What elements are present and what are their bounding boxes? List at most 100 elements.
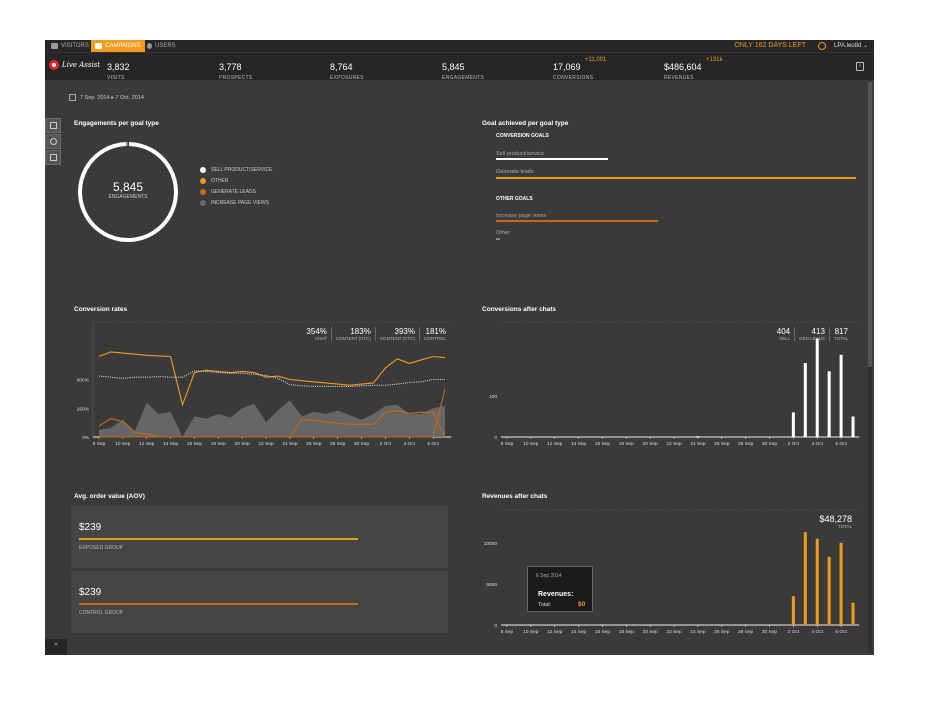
tab-visitors[interactable]: VISITORS	[47, 40, 93, 52]
x-tick-label: 8 Sep	[93, 441, 106, 447]
series-line	[98, 370, 446, 387]
aov-title: Avg. order value (AOV)	[74, 493, 145, 500]
x-tick-label: 10 Sep	[115, 441, 131, 447]
tab-users-label: USERS	[155, 43, 176, 49]
tooltip-label: Total:	[538, 602, 552, 608]
x-tick-label: 28 Sep	[738, 441, 754, 447]
legend-item[interactable]: INCREASE PAGE VIEWS	[200, 197, 272, 208]
legend-item[interactable]: GENERATE LEADS	[200, 186, 272, 197]
x-tick-label: 22 Sep	[258, 441, 274, 447]
side-toolbar	[45, 118, 61, 166]
aov-exposed-value: $239	[79, 522, 102, 533]
y-tick-label: 250%	[77, 406, 90, 412]
stat-label: CONVERSIONS	[553, 75, 594, 81]
x-tick-label: 18 Sep	[619, 441, 635, 447]
x-tick-label: 6 Oct	[835, 441, 847, 447]
x-tick-label: 14 Sep	[571, 441, 587, 447]
stat-value: 8,764	[330, 62, 353, 72]
app-window: VISITORS CAMPAIGNS USERS ONLY 162 DAYS L…	[45, 40, 874, 655]
x-tick-label: 2 Oct	[788, 629, 800, 635]
bar	[851, 416, 855, 437]
stat-value: 3,832	[107, 62, 130, 72]
aov-exposed-bar	[79, 538, 358, 540]
tooltip-date: 6 Sep 2014	[536, 573, 562, 579]
info-icon[interactable]: i	[856, 62, 864, 71]
goal-label-other: Other	[496, 230, 510, 236]
x-tick-label: 30 Sep	[762, 629, 778, 635]
x-tick-label: 4 Oct	[811, 629, 823, 635]
x-tick-label: 4 Oct	[811, 441, 823, 447]
x-tick-label: 24 Sep	[690, 441, 706, 447]
collapse-up-icon[interactable]: ⌃	[45, 639, 67, 655]
aov-control-label: CONTROL GROUP	[79, 610, 123, 616]
bar	[827, 371, 831, 437]
conversion-rates-title: Conversion rates	[74, 306, 128, 313]
stat-delta: +131k	[706, 57, 723, 63]
stats-bar: Live Assist 3,832 VISITS 3,778 PROSPECTS…	[45, 52, 874, 81]
y-tick-label: 100	[489, 394, 497, 400]
x-tick-label: 12 Sep	[139, 441, 155, 447]
y-tick-label: 0	[494, 435, 497, 441]
conversion-rates-chart: 8 Sep 10 Sep 12 Sep 14 Sep 16 Sep 18 Sep 20 Se…	[77, 321, 451, 447]
tab-users[interactable]: USERS	[143, 40, 180, 52]
bar	[815, 338, 819, 437]
tag-icon	[95, 43, 102, 49]
conversions-after-chats-chart: 8 Sep 10 Sep 12 Sep 14 Sep 16 Sep 18 Sep 20 Se…	[489, 321, 859, 447]
stat-delta: +11,001	[584, 57, 607, 63]
stat-engagements: 5,845 ENGAGEMENTS	[442, 57, 484, 81]
chat-icon	[51, 43, 58, 49]
side-calendar-button[interactable]	[45, 118, 61, 133]
legend-label: OTHER	[211, 177, 229, 184]
x-tick-label: 16 Sep	[187, 441, 203, 447]
series-line	[98, 351, 446, 407]
x-tick-label: 6 Oct	[835, 629, 847, 635]
x-tick-label: 6 Oct	[427, 441, 439, 447]
bar	[839, 542, 843, 625]
legend-item[interactable]: OTHER	[200, 175, 272, 186]
scrollbar[interactable]	[868, 82, 872, 652]
bar	[791, 412, 795, 437]
stat-label: EXPOSURES	[330, 75, 364, 81]
x-tick-label: 16 Sep	[595, 441, 611, 447]
x-tick-label: 28 Sep	[330, 441, 346, 447]
trial-days-left[interactable]: ONLY 162 DAYS LEFT	[734, 42, 806, 49]
side-report-button[interactable]	[45, 150, 61, 165]
goal-label-page-views: Increase page views	[496, 213, 547, 219]
scroll-thumb[interactable]	[868, 82, 872, 367]
revenues-after-chats-title: Revenues after chats	[482, 493, 548, 500]
chevron-down-icon: ⌄	[862, 43, 868, 49]
legend-label: SELL PRODUCT/SERVICE	[211, 166, 273, 173]
goal-label-leads: Generate leads	[496, 169, 534, 175]
x-tick-label: 30 Sep	[762, 441, 778, 447]
calendar-icon	[49, 122, 57, 129]
tooltip-title: Revenues:	[538, 591, 574, 598]
legend-label: GENERATE LEADS	[211, 188, 256, 195]
stat-label: PROSPECTS	[219, 75, 253, 81]
date-range-picker[interactable]: 7 Sep. 2014 ▸ 7 Oct. 2014	[69, 94, 144, 101]
engagements-legend: SELL PRODUCT/SERVICE OTHER GENERATE LEAD…	[200, 164, 272, 208]
side-settings-button[interactable]	[45, 134, 61, 149]
account-menu[interactable]: LPA.leo8d ⌄	[834, 42, 868, 49]
bar	[696, 436, 700, 437]
legend-dot	[200, 199, 206, 206]
x-tick-label: 20 Sep	[643, 441, 659, 447]
y-tick-label: 500%	[77, 378, 90, 384]
donut-total-value: 5,845	[112, 180, 144, 194]
stat-value: 17,069	[553, 62, 581, 72]
engagements-title: Engagements per goal type	[74, 120, 159, 127]
top-nav: VISITORS CAMPAIGNS USERS ONLY 162 DAYS L…	[45, 40, 874, 52]
tab-campaigns[interactable]: CAMPAIGNS	[91, 40, 145, 52]
conversion-goals-heading: CONVERSION GOALS	[496, 133, 549, 139]
clock-icon[interactable]	[818, 42, 826, 50]
x-tick-label: 22 Sep	[666, 629, 682, 635]
legend-label: INCREASE PAGE VIEWS	[211, 199, 269, 206]
stat-exposures: 8,764 EXPOSURES	[330, 57, 364, 81]
goal-label-sell: Sell product/service	[496, 151, 544, 157]
x-tick-label: 20 Sep	[235, 441, 251, 447]
stat-label: REVENUES	[664, 75, 694, 81]
legend-item[interactable]: SELL PRODUCT/SERVICE	[200, 164, 272, 175]
document-icon	[49, 154, 57, 161]
logo-text: Live Assist	[62, 61, 101, 69]
goals-title: Goal achieved per goal type	[482, 120, 569, 127]
aov-control-value: $239	[79, 587, 102, 598]
